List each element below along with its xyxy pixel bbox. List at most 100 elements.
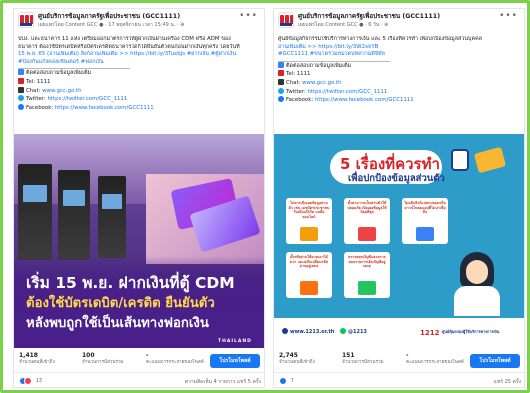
more-options-icon[interactable]: ••• (499, 11, 518, 21)
stat-value: - (406, 352, 409, 359)
reactions[interactable]: 13 (19, 377, 42, 386)
tip-text: ตรวจสอบบัญชีและตรวจสอบรายการเดินบัญชีอยู… (348, 255, 386, 269)
stat-value: - (146, 352, 149, 359)
tip-illustration (358, 227, 376, 241)
image-headline-3: หลังพบถูกใช้เป็นเส้นทางฟอกเงิน (26, 316, 209, 331)
contact-label: Facebook: (26, 104, 55, 111)
engagement-stat[interactable]: 100 จำนวนการมีส่วนร่วม (82, 352, 124, 366)
globe-icon (282, 328, 288, 334)
phone-book-icon (18, 69, 24, 76)
contact-label: Twitter: (26, 96, 48, 103)
post-image[interactable]: 5 เรื่องที่ควรทำ เพื่อปกป้องข้อมูลส่วนตั… (274, 134, 524, 348)
stat-label: คะแนนการกระจายของโพสต์ (146, 360, 204, 365)
reach-stat[interactable]: 2,745 จำนวนคนที่เข้าถึง (279, 352, 315, 366)
post-text-line: ปปง. และธนาคาร 11 แห่ง เตรียมออกมาตรการใ… (18, 36, 231, 42)
shares[interactable]: แชร์ 25 ครั้ง (494, 378, 521, 386)
mobile-icon (278, 78, 284, 85)
contact-title: ติดต่อสอบถามข้อมูลเพิ่มเติม (18, 69, 260, 78)
line-icon (340, 328, 346, 334)
contact-chat: Chat: www.gcc.go.th (18, 86, 260, 96)
twitter-link[interactable]: https://twitter.com/GCC_1111 (308, 89, 388, 95)
telephone-icon (278, 70, 284, 77)
post-body: ปปง. และธนาคาร 11 แห่ง เตรียมออกมาตรการใ… (14, 33, 264, 112)
contact-title-text: ติดต่อสอบถามข้อมูลเพิ่มเติม (26, 70, 92, 77)
page-name[interactable]: ศูนย์บริการข้อมูลภาครัฐเพื่อประชาชน (GCC… (298, 11, 440, 21)
reactions[interactable]: 7 (279, 377, 294, 386)
tip-illustration (416, 227, 434, 241)
tip-tile: ไม่คลิกลิงก์แปลกปลอมหรือดาวน์โหลดแอปที่ไ… (402, 198, 448, 244)
facebook-link[interactable]: https://www.facebook.com/GCC1111 (55, 105, 154, 111)
contact-facebook: Facebook: https://www.facebook.com/GCC11… (18, 103, 260, 113)
contact-label: Chat: (26, 87, 43, 94)
contact-title-text: ติดต่อสอบถามข้อมูลเพิ่มเติม (286, 62, 352, 69)
facebook-link[interactable]: https://www.facebook.com/GCC1111 (315, 97, 414, 103)
promote-post-button[interactable]: โปรโมทโพสต์ (470, 354, 520, 368)
chat-link[interactable]: www.gcc.go.th (302, 80, 341, 86)
image-headline-2: เพื่อปกป้องข้อมูลส่วนตัว (348, 173, 445, 184)
twitter-icon (278, 87, 284, 94)
website-value: www.1213.or.th (290, 329, 335, 335)
twitter-icon (18, 95, 24, 102)
post-text-line[interactable]: 15 พ.ย. 65 (อ่านเพิ่มเติม) ลิงก์อ่านเพิ่… (18, 51, 260, 59)
atm-machine (18, 164, 52, 260)
post-text-line[interactable]: อ่านเพิ่มเติม >> https://bit.ly/3W2xkYB (278, 44, 520, 52)
post-stats: 1,418 จำนวนคนที่เข้าถึง 100 จำนวนการมีส่วน… (14, 349, 264, 373)
facebook-icon (18, 103, 24, 110)
telephone-icon (18, 77, 24, 84)
face (466, 260, 488, 284)
post-footer: 7 แชร์ 25 ครั้ง (274, 375, 524, 387)
contact-label: Tel: 1111 (286, 71, 311, 78)
megaphone-icon (473, 146, 507, 174)
reach-stat[interactable]: 1,418 จำนวนคนที่เข้าถึง (19, 352, 55, 366)
like-icon (279, 377, 287, 385)
woman-illustration (452, 252, 502, 316)
contact-label: Twitter: (286, 88, 308, 95)
page-logo[interactable] (18, 12, 34, 28)
stat-label: จำนวนคนที่เข้าถึง (279, 360, 315, 365)
distribution-stat[interactable]: - คะแนนการกระจายของโพสต์ (146, 352, 204, 366)
image-headline-2: ต้องใช้บัตรเดบิต/เครดิต ยืนยันตัว (26, 296, 215, 311)
contact-twitter: Twitter: https://twitter.com/GCC_1111 (18, 95, 260, 104)
contact-tel: Tel: 1111 (18, 77, 260, 87)
comments-shares[interactable]: ความคิดเห็น 4 รายการ แชร์ 5 ครั้ง (185, 378, 261, 386)
chat-link[interactable]: www.gcc.go.th (42, 88, 81, 94)
post-text-line[interactable]: #GCC1111 #ขนาดรวมหมวดบทความดิจิทัล (278, 51, 520, 59)
contact-twitter: Twitter: https://twitter.com/GCC_1111 (278, 87, 520, 97)
reaction-count: 7 (290, 378, 294, 384)
post-card: ศูนย์บริการข้อมูลภาครัฐเพื่อประชาชน (GCC… (273, 8, 525, 388)
stat-label: คะแนนการกระจายของโพสต์ (406, 360, 464, 365)
facebook-icon (278, 96, 284, 103)
line-text: @1213 (340, 328, 367, 335)
post-image[interactable]: เริ่ม 15 พ.ย. ฝากเงินที่ตู้ CDM ต้องใช้บ… (14, 134, 264, 348)
watermark: THAILAND (218, 339, 252, 344)
stat-label: จำนวนการมีส่วนร่วม (82, 360, 124, 365)
promote-post-button[interactable]: โปรโมทโพสต์ (210, 354, 260, 368)
twitter-link[interactable]: https://twitter.com/GCC_1111 (48, 96, 128, 102)
contact-chat: Chat: www.gcc.go.th (278, 78, 520, 88)
reaction-count: 13 (35, 378, 42, 384)
post-stats: 2,745 จำนวนคนที่เข้าถึง 151 จำนวนการมีส่วน… (274, 349, 524, 373)
website-text: www.1213.or.th (282, 328, 334, 335)
page-logo[interactable] (278, 12, 294, 28)
contact-label: Tel: 1111 (26, 78, 51, 85)
atm-machine (58, 170, 90, 260)
more-options-icon[interactable]: ••• (239, 11, 258, 21)
post-footer: 13 ความคิดเห็น 4 รายการ แชร์ 5 ครั้ง (14, 375, 264, 387)
tip-text: ไม่คลิกลิงก์แปลกปลอมหรือดาวน์โหลดแอปที่ไ… (404, 201, 446, 215)
tip-illustration (358, 281, 376, 295)
tip-tile: ไม่ควรเปิดเผยข้อมูลส่วนตัว เช่น เลขบัตรป… (286, 198, 332, 244)
contact-label: Chat: (286, 79, 303, 86)
post-text-line[interactable]: #ป้องกันแก๊งคอลเซ็นเตอร์ #ฟอกเงิน (18, 59, 260, 67)
tip-text: ตั้งรหัสผ่านให้คาดเดาได้ยาก และหมั่นเปลี… (290, 255, 328, 269)
stat-label: จำนวนคนที่เข้าถึง (19, 360, 55, 365)
engagement-stat[interactable]: 151 จำนวนการมีส่วนร่วม (342, 352, 384, 366)
post-header: ศูนย์บริการข้อมูลภาครัฐเพื่อประชาชน (GCC… (274, 9, 524, 33)
org-name: ศูนย์คุ้มครองผู้ใช้บริการทางการเงิน (442, 329, 500, 334)
contact-facebook: Facebook: https://www.facebook.com/GCC11… (278, 96, 520, 105)
contact-label: Facebook: (286, 97, 315, 104)
contact-tel: Tel: 1111 (278, 70, 520, 79)
post-body: ศูนย์ข้อมูลกิจกรรมใช้บริการทางการเงิน แล… (274, 33, 524, 105)
post-meta: เผยแพร่โดย Content GCC ● · 6 วัน · ⊕ (298, 22, 389, 28)
distribution-stat[interactable]: - คะแนนการกระจายของโพสต์ (406, 352, 464, 366)
page-name[interactable]: ศูนย์บริการข้อมูลภาครัฐเพื่อประชาชน (GCC… (38, 11, 180, 21)
